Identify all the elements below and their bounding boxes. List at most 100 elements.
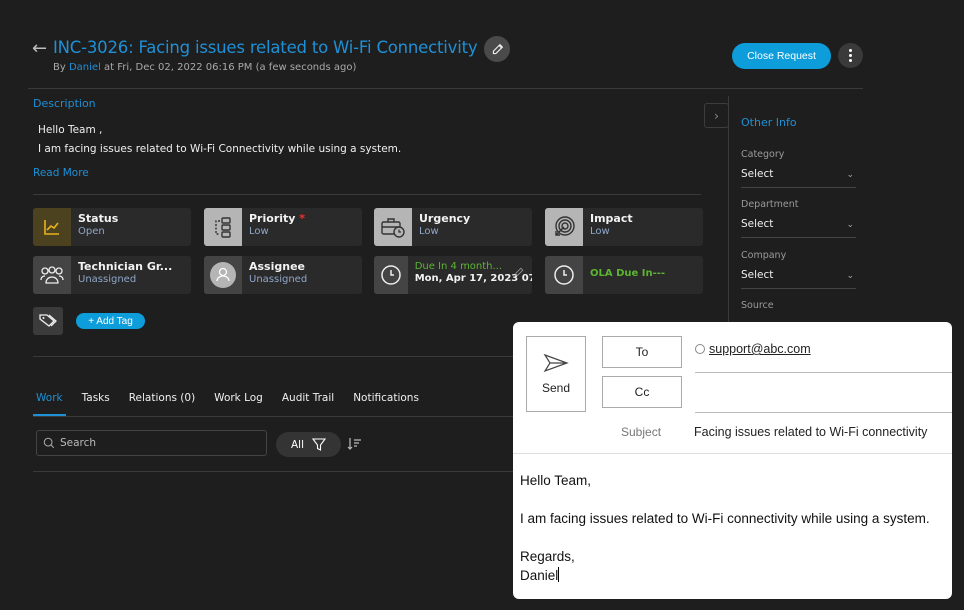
- collapse-panel-button[interactable]: ›: [704, 103, 729, 128]
- chevron-right-icon: ›: [714, 108, 719, 123]
- divider: [695, 372, 952, 373]
- search-box[interactable]: [36, 430, 267, 456]
- pencil-icon: [492, 43, 503, 54]
- email-compose-window: Send To Cc support@abc.com Subject Facin…: [513, 322, 952, 599]
- cc-field[interactable]: [695, 412, 952, 413]
- chevron-down-icon: ⌄: [846, 170, 854, 180]
- card-label: Technician Gr...: [78, 260, 173, 273]
- category-label: Category: [741, 149, 785, 160]
- group-icon: [33, 256, 71, 294]
- tab-bar: Work Tasks Relations (0) Work Log Audit …: [33, 392, 435, 416]
- body-line: Hello Team,: [520, 473, 592, 488]
- tab-tasks[interactable]: Tasks: [79, 392, 113, 416]
- card-label: Urgency: [419, 212, 471, 225]
- ola-due-card[interactable]: OLA Due In---: [545, 256, 703, 294]
- chevron-down-icon: ⌄: [846, 271, 854, 281]
- add-tag-button[interactable]: + Add Tag: [76, 313, 145, 329]
- priority-card[interactable]: Priority * Low: [204, 208, 362, 246]
- card-label: Assignee: [249, 260, 306, 273]
- clock-icon: [374, 256, 408, 294]
- due-date-card[interactable]: Due In 4 month...Mon, Apr 17, 2023 07...: [374, 256, 532, 294]
- body-line: Daniel: [520, 568, 559, 583]
- edit-title-button[interactable]: [484, 36, 510, 62]
- briefcase-clock-icon: [374, 208, 412, 246]
- text-cursor: [558, 567, 560, 582]
- assignee-card[interactable]: Assignee Unassigned: [204, 256, 362, 294]
- tab-relations[interactable]: Relations (0): [126, 392, 198, 416]
- divider: [28, 88, 863, 89]
- divider: [33, 194, 701, 195]
- company-label: Company: [741, 250, 787, 261]
- filter-label: All: [290, 438, 305, 451]
- urgency-card[interactable]: Urgency Low: [374, 208, 532, 246]
- ola-due-label: OLA Due In---: [590, 268, 666, 279]
- card-label: Status: [78, 212, 119, 225]
- tab-notifications[interactable]: Notifications: [350, 392, 422, 416]
- tag-icon: [33, 307, 63, 335]
- sort-desc-icon[interactable]: [347, 436, 363, 455]
- card-value: Unassigned: [78, 274, 137, 285]
- subject-field[interactable]: Facing issues related to Wi-Fi connectiv…: [694, 425, 927, 439]
- company-select[interactable]: Select ⌄: [741, 269, 856, 289]
- other-info-title: Other Info: [741, 116, 797, 129]
- card-value: Low: [249, 226, 269, 237]
- vertical-dots-icon: [849, 49, 852, 52]
- chevron-down-icon: ⌄: [846, 220, 854, 230]
- target-cursor-icon: [545, 208, 583, 246]
- recipient-status-icon: [695, 344, 705, 354]
- body-line: [520, 490, 930, 509]
- search-input[interactable]: [60, 437, 240, 449]
- divider: [33, 471, 513, 472]
- source-label: Source: [741, 300, 774, 311]
- more-options-button[interactable]: [838, 43, 863, 68]
- body-line: Regards,: [520, 549, 575, 564]
- clock-icon: [545, 256, 583, 294]
- filter-button[interactable]: All: [276, 432, 341, 457]
- technician-group-card[interactable]: Technician Gr... Unassigned: [33, 256, 191, 294]
- to-field[interactable]: support@abc.com: [695, 342, 811, 356]
- card-value: Unassigned: [249, 274, 308, 285]
- department-label: Department: [741, 199, 799, 210]
- byline: By Daniel at Fri, Dec 02, 2022 06:16 PM …: [53, 62, 357, 73]
- email-body[interactable]: Hello Team, I am facing issues related t…: [520, 471, 930, 585]
- subject-label: Subject: [621, 425, 662, 439]
- description-text: I am facing issues related to Wi-Fi Conn…: [38, 143, 402, 155]
- to-button[interactable]: To: [602, 336, 682, 368]
- description-text: Hello Team ,: [38, 124, 103, 136]
- search-icon: [43, 437, 55, 449]
- flow-steps-icon: [204, 208, 242, 246]
- author-link[interactable]: Daniel: [69, 62, 101, 73]
- card-label: Priority: [249, 212, 296, 225]
- impact-card[interactable]: Impact Low: [545, 208, 703, 246]
- card-label: Impact: [590, 212, 633, 225]
- recipient-address[interactable]: support@abc.com: [709, 342, 811, 356]
- tab-audit-trail[interactable]: Audit Trail: [279, 392, 337, 416]
- page-title: INC-3026: Facing issues related to Wi-Fi…: [53, 38, 478, 57]
- funnel-icon: [312, 437, 327, 451]
- body-line: I am facing issues related to Wi-Fi conn…: [520, 511, 930, 526]
- divider: [728, 96, 729, 326]
- status-card[interactable]: Status Open: [33, 208, 191, 246]
- required-marker: *: [299, 212, 306, 225]
- tab-work[interactable]: Work: [33, 392, 66, 416]
- read-more-link[interactable]: Read More: [33, 167, 89, 179]
- divider: [33, 356, 513, 357]
- close-request-button[interactable]: Close Request: [732, 43, 831, 69]
- card-value: Open: [78, 226, 105, 237]
- pencil-icon[interactable]: [514, 262, 524, 281]
- send-button[interactable]: Send: [526, 336, 586, 412]
- divider: [33, 416, 513, 417]
- trend-chart-icon: [33, 208, 71, 246]
- body-line: [520, 528, 930, 547]
- tab-work-log[interactable]: Work Log: [211, 392, 266, 416]
- divider: [513, 453, 952, 454]
- user-avatar-icon: [204, 256, 242, 294]
- cc-button[interactable]: Cc: [602, 376, 682, 408]
- back-arrow-icon[interactable]: ←: [32, 38, 47, 59]
- card-value: Low: [590, 226, 610, 237]
- category-select[interactable]: Select ⌄: [741, 168, 856, 188]
- description-label: Description: [33, 97, 96, 110]
- card-value: Low: [419, 226, 439, 237]
- department-select[interactable]: Select ⌄: [741, 218, 856, 238]
- send-icon: [543, 353, 569, 373]
